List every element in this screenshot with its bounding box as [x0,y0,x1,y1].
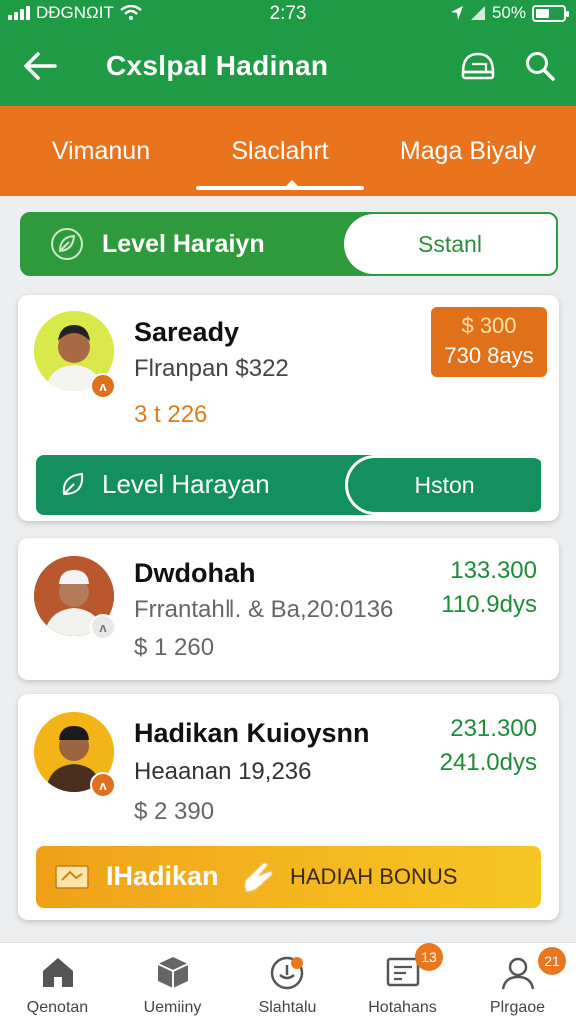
home-icon [43,958,73,987]
helmet-icon [461,52,495,80]
bonus-subtitle: HADIAH BONUS [290,864,458,889]
hand-icon [243,861,273,893]
nav-label: Plrgaoe [489,999,546,1016]
bonus-label: IHadikan [106,861,219,891]
history-button[interactable]: Hston [345,455,541,515]
nav-label: Slahtalu [258,999,317,1016]
nav-label: Qenotan [26,999,89,1016]
reward-badge: $ 300 730 8ays [431,307,547,377]
notification-badge: 21 [538,947,566,975]
player-stats: 231.300 241.0dys [440,712,537,780]
stat-days: 241.0dys [439,749,537,776]
player-card[interactable]: ʌ Dwdohah Frrantahǁ. & Ba,20:0136 $ 1 26… [18,538,559,680]
nav-item-box[interactable]: Uemiiny [115,943,230,1024]
reward-amount: $ 300 [461,313,517,338]
battery-icon [532,4,569,22]
battery-percent: 50% [491,3,526,22]
arrow-left-icon [24,52,57,80]
level-action-label: Level Harayan [102,469,270,499]
active-tab-indicator [196,186,364,190]
player-name: Hadikan Kuioysnn [134,718,370,748]
app-header: DÐGNΩIT 2:73 50% Cxslpal Hadinan [0,0,576,106]
rank-badge: ʌ [90,614,116,640]
level-action-bar[interactable]: Level Harayan Hston [36,455,541,515]
location-arrow-icon [450,6,463,20]
nav-item-profile[interactable]: Plrgaoe 21 [460,943,575,1024]
player-stats: 133.300 110.9dys [441,554,537,622]
reward-days: 730 8ays [444,343,534,368]
bottom-navigation: Qenotan Uemiiny Slahtalu Hotahans 13 Plr… [0,942,576,1024]
leaf-icon [51,228,83,260]
helmet-button[interactable] [458,46,498,86]
nav-item-home[interactable]: Qenotan [0,943,115,1024]
player-subtitle: Frrantahǁ. & Ba,20:0136 [134,596,394,623]
player-card[interactable]: ʌ Hadikan Kuioysnn Heaanan 19,236 $ 2 39… [18,694,559,920]
rank-badge: ʌ [90,772,116,798]
search-button[interactable] [520,46,560,86]
level-toggle-option[interactable]: Sstanl [344,214,556,274]
back-button[interactable] [20,46,60,86]
nav-label: Hotahans [368,999,437,1016]
nav-label: Uemiiny [143,999,202,1016]
rank-badge: ʌ [90,373,116,399]
tab-slaclahrt[interactable]: Slaclahrt [196,106,364,196]
profile-icon [501,957,535,990]
leaf-icon [62,472,84,496]
app-bar: Cxslpal Hadinan [0,34,576,98]
player-card[interactable]: ʌ Saready Flranpan $322 3 t 226 $ 300 73… [18,295,559,521]
page-title: Cxslpal Hadinan [106,50,329,81]
nav-item-gift[interactable]: Slahtalu [230,943,345,1024]
bonus-bar[interactable]: IHadikan HADIAH BONUS [36,846,541,908]
stat-value: 133.300 [450,557,537,584]
player-name: Saready [134,317,240,347]
status-bar: DÐGNΩIT 2:73 50% [0,0,576,28]
level-toggle[interactable]: Level Haraiyn Sstanl [20,212,558,276]
box-icon [157,957,189,988]
search-icon [526,52,555,81]
stat-value: 231.300 [450,715,537,742]
ticket-icon [55,865,89,889]
stat-days: 110.9dys [441,591,537,618]
gift-icon [270,956,304,990]
nav-item-receipt[interactable]: Hotahans 13 [345,943,460,1024]
notification-badge: 13 [415,943,443,971]
level-toggle-label: Level Haraiyn [102,230,265,258]
tab-vimanun[interactable]: Vimanun [14,106,188,196]
tab-maga-biyaly[interactable]: Maga Biyaly [380,106,556,196]
player-amount: $ 1 260 [134,634,215,661]
cell-signal-icon [470,6,485,20]
player-subtitle: Flranpan $322 [134,355,289,382]
player-name: Dwdohah [134,558,256,588]
player-amount: $ 2 390 [134,798,215,825]
player-amount: 3 t 226 [134,401,208,428]
player-subtitle: Heaanan 19,236 [134,758,312,785]
